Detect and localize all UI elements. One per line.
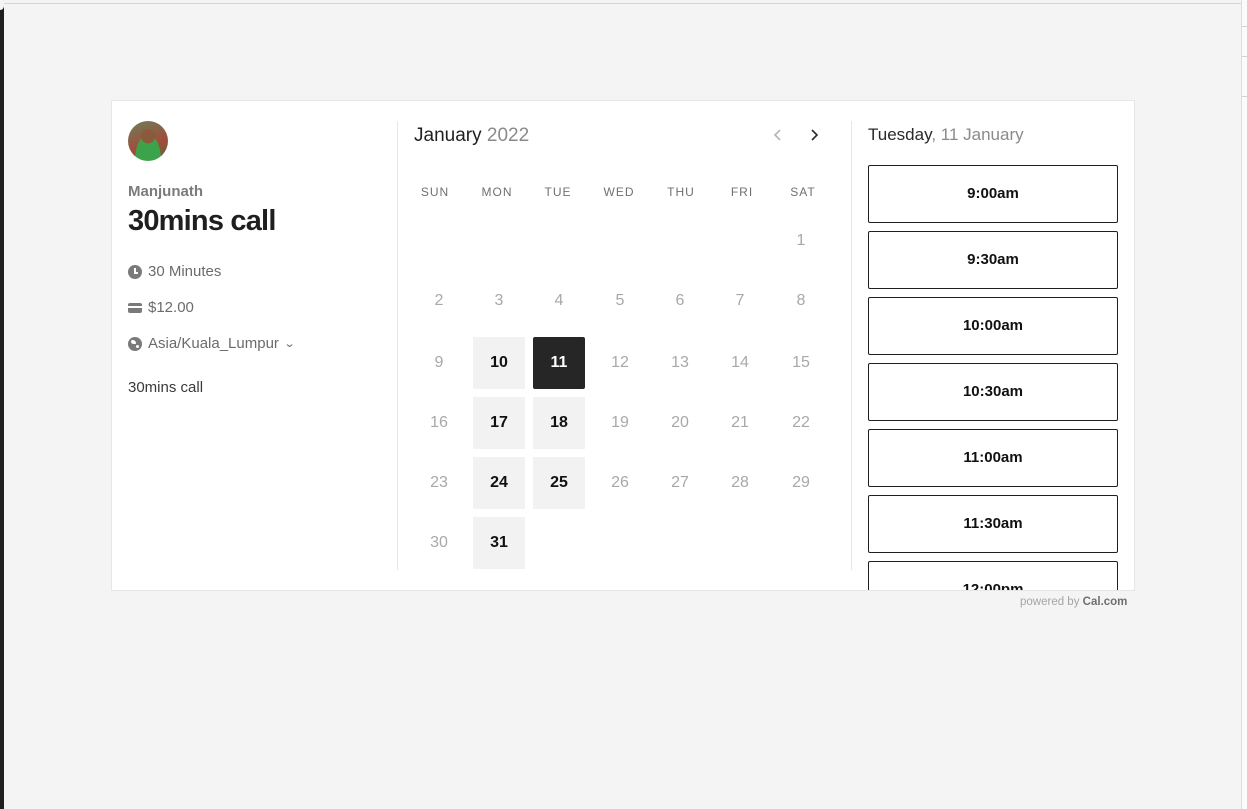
- calendar-day: 13: [671, 354, 689, 371]
- calendar-day: 28: [731, 474, 749, 491]
- credit-card-icon: [128, 303, 142, 313]
- calendar-day: 20: [671, 414, 689, 431]
- weekday-label: SUN: [420, 185, 450, 199]
- calendar-day: 16: [430, 414, 448, 431]
- chevron-down-icon: ⌄: [283, 338, 296, 350]
- time-slot-button[interactable]: 9:30am: [868, 231, 1118, 289]
- clock-icon: [128, 264, 142, 279]
- owner-name: Manjunath: [128, 183, 203, 200]
- calendar-day: 2: [434, 292, 444, 309]
- top-border: [4, 3, 1247, 4]
- calendar-day: 6: [675, 292, 685, 309]
- calendar-day: 4: [554, 292, 564, 309]
- calendar-day[interactable]: 18: [533, 397, 585, 449]
- calendar-day: 12: [611, 354, 629, 371]
- calendar-day: 26: [611, 474, 629, 491]
- time-slot-button[interactable]: 12:00pm: [868, 561, 1118, 590]
- weekday-label: TUE: [544, 185, 572, 199]
- chevron-left-icon: [773, 129, 781, 141]
- time-slot-button[interactable]: 9:00am: [868, 165, 1118, 223]
- calendar-day: 1: [796, 232, 806, 249]
- month-name: January: [414, 125, 482, 146]
- calendar-day[interactable]: 25: [533, 457, 585, 509]
- powered-by[interactable]: powered by Cal.com: [1020, 596, 1127, 608]
- weekday-label: MON: [481, 185, 513, 199]
- calendar-day: 27: [671, 474, 689, 491]
- calendar-day-selected[interactable]: 11: [533, 337, 585, 389]
- calendar-day: 5: [615, 292, 625, 309]
- duration-row: 30 Minutes: [128, 263, 221, 280]
- selected-date-rest: , 11 January: [931, 125, 1024, 144]
- calendar-day: 7: [735, 292, 745, 309]
- time-slot-button[interactable]: 10:00am: [868, 297, 1118, 355]
- price-row: $12.00: [128, 299, 194, 316]
- calendar-day[interactable]: 31: [473, 517, 525, 569]
- calendar-day: 3: [494, 292, 504, 309]
- avatar: [128, 121, 168, 161]
- event-title: 30mins call: [128, 205, 276, 237]
- divider-left: [397, 121, 398, 570]
- calendar-day: 15: [792, 354, 810, 371]
- chevron-right-icon: [811, 129, 819, 141]
- month-year: 2022: [486, 125, 530, 146]
- timezone-selector[interactable]: Asia/Kuala_Lumpur ⌄: [128, 335, 296, 352]
- divider-right: [851, 121, 852, 570]
- calendar-day: 29: [792, 474, 810, 491]
- weekday-label: THU: [667, 185, 695, 199]
- weekday-label: SAT: [790, 185, 816, 199]
- calendar-day: 30: [430, 534, 448, 551]
- calendar-day: 14: [731, 354, 749, 371]
- calendar-day: 19: [611, 414, 629, 431]
- price-text: $12.00: [148, 299, 194, 316]
- calendar-day: 23: [430, 474, 448, 491]
- calendar-day: 9: [434, 354, 444, 371]
- selected-date-heading: Tuesday, 11 January: [868, 125, 1024, 145]
- calendar-day: 21: [731, 414, 749, 431]
- duration-text: 30 Minutes: [148, 263, 222, 280]
- window-edge: [0, 0, 4, 809]
- booking-card: Manjunath 30mins call 30 Minutes $12.00 …: [111, 100, 1135, 591]
- month-title: January 2022: [414, 125, 529, 147]
- time-slot-button[interactable]: 11:00am: [868, 429, 1118, 487]
- calendar-day[interactable]: 10: [473, 337, 525, 389]
- calendar-day[interactable]: 24: [473, 457, 525, 509]
- calendar-day: 22: [792, 414, 810, 431]
- right-scrollbar-strip: [1242, 0, 1247, 809]
- timezone-text: Asia/Kuala_Lumpur: [148, 335, 279, 352]
- weekday-label: FRI: [730, 185, 754, 199]
- next-month-button[interactable]: [804, 125, 824, 145]
- time-slot-button[interactable]: 11:30am: [868, 495, 1118, 553]
- event-description: 30mins call: [128, 379, 204, 396]
- calendar-day[interactable]: 17: [473, 397, 525, 449]
- calendar-day: 8: [796, 292, 806, 309]
- prev-month-button[interactable]: [768, 125, 788, 145]
- globe-icon: [128, 336, 142, 351]
- time-slot-button[interactable]: 10:30am: [868, 363, 1118, 421]
- powered-by-text: powered by: [1020, 596, 1080, 608]
- brand-logo-text: Cal.com: [1082, 596, 1128, 608]
- selected-weekday: Tuesday: [868, 125, 932, 144]
- weekday-label: WED: [603, 185, 635, 199]
